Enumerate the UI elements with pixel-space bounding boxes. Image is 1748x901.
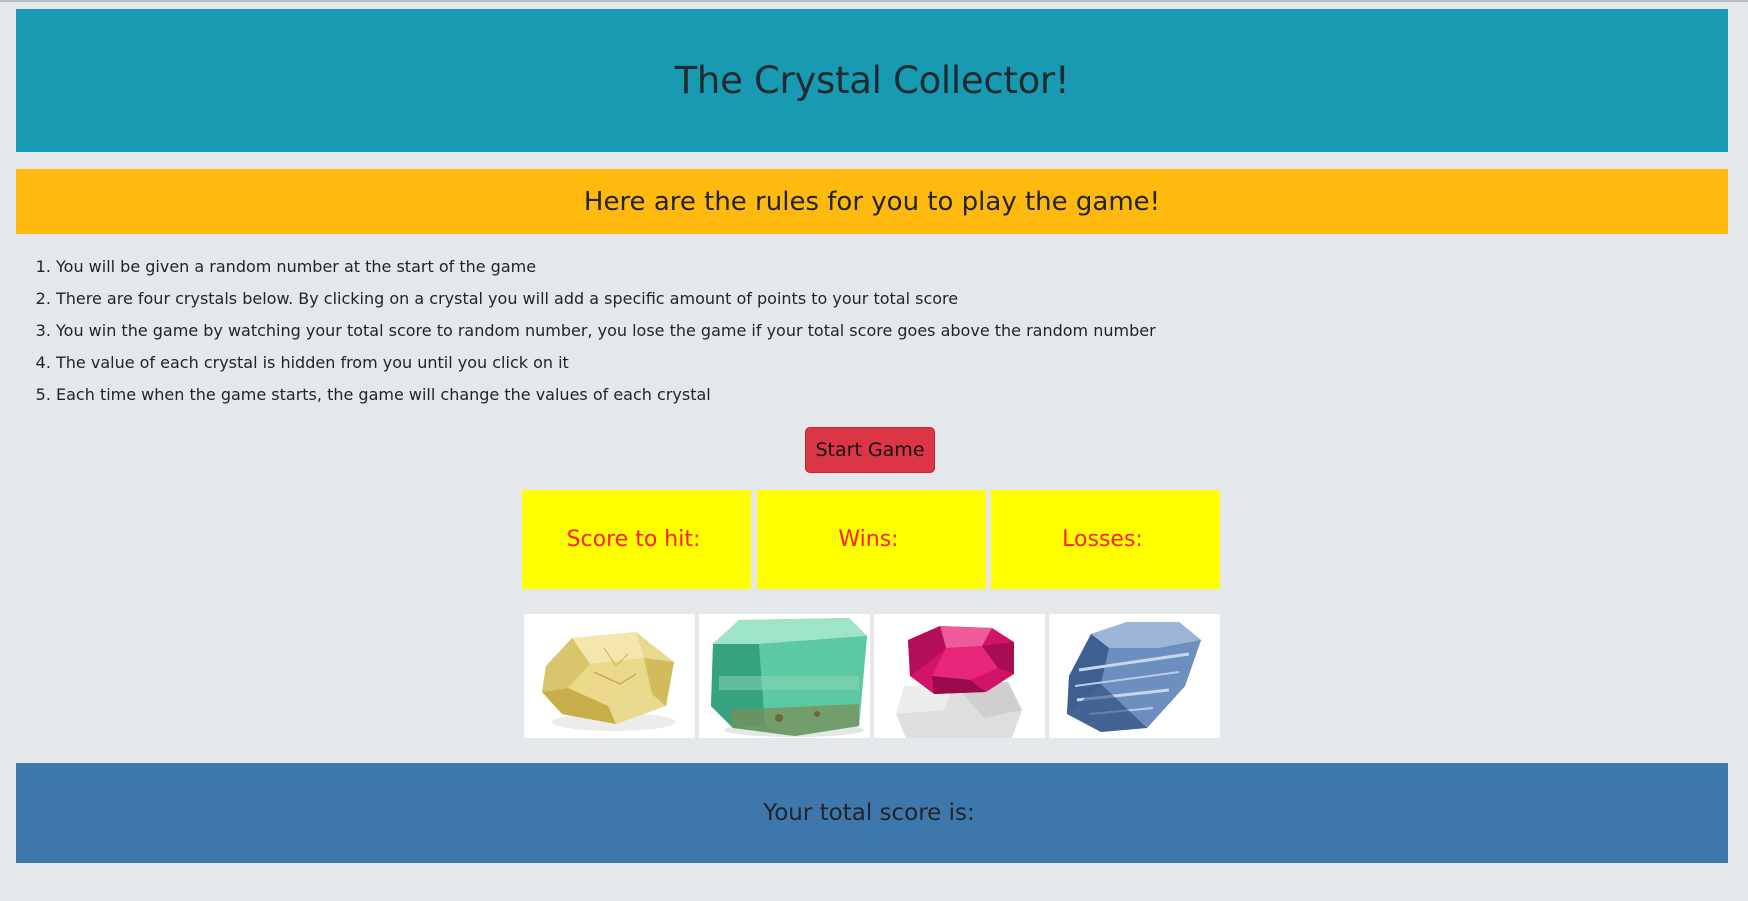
top-border — [0, 0, 1748, 2]
total-score-display: Your total score is: — [763, 800, 981, 826]
footer-banner: Your total score is: — [16, 763, 1728, 863]
rules-heading: Here are the rules for you to play the g… — [583, 186, 1161, 217]
wins-label: Wins: — [838, 527, 899, 552]
rules-list: You will be given a random number at the… — [16, 251, 1256, 411]
crystal-green[interactable] — [699, 614, 870, 738]
yellow-crystal-icon — [542, 632, 676, 731]
start-game-button[interactable]: Start Game — [805, 427, 935, 473]
green-crystal-icon — [711, 618, 867, 737]
score-to-hit-box: Score to hit: — [522, 490, 751, 589]
rule-item: Each time when the game starts, the game… — [56, 379, 1256, 411]
score-to-hit-label: Score to hit: — [566, 527, 701, 552]
total-score-label: Your total score is: — [763, 800, 975, 826]
rule-item: The value of each crystal is hidden from… — [56, 347, 1256, 379]
crystal-yellow[interactable] — [524, 614, 695, 738]
wins-box: Wins: — [757, 490, 986, 589]
pink-crystal-icon — [896, 626, 1022, 738]
losses-label: Losses: — [1062, 527, 1143, 552]
crystal-blue[interactable] — [1049, 614, 1220, 738]
rule-item: You will be given a random number at the… — [56, 251, 1256, 283]
rule-item: There are four crystals below. By clicki… — [56, 283, 1256, 315]
rules-banner: Here are the rules for you to play the g… — [16, 169, 1728, 234]
rule-item: You win the game by watching your total … — [56, 315, 1256, 347]
crystal-pink[interactable] — [874, 614, 1045, 738]
header-banner: The Crystal Collector! — [16, 9, 1728, 152]
blue-crystal-icon — [1067, 622, 1201, 732]
losses-box: Losses: — [991, 490, 1220, 589]
page-title: The Crystal Collector! — [674, 59, 1070, 102]
